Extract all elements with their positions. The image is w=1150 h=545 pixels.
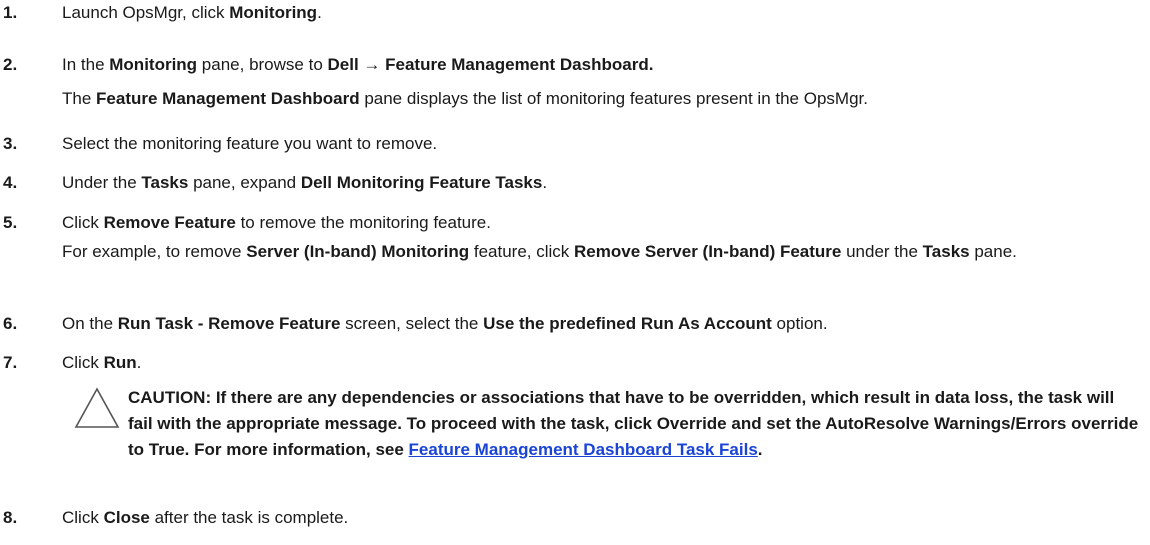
caution-text: CAUTION: If there are any dependencies o… xyxy=(128,385,1143,463)
bold-term: Dell xyxy=(327,55,359,74)
text-run: In the xyxy=(62,55,110,74)
feature-management-dashboard-task-fails-link[interactable]: Feature Management Dashboard Task Fails xyxy=(409,440,758,459)
bold-term: Use the predefined Run As Account xyxy=(483,314,772,333)
text-run: Launch OpsMgr, click xyxy=(62,3,230,22)
text-run: feature, click xyxy=(469,242,575,261)
step-text: Launch OpsMgr, click Monitoring. xyxy=(62,2,1132,24)
text-run: Select the monitoring feature you want t… xyxy=(62,134,438,153)
caution-trailing: . xyxy=(757,440,763,459)
bold-term: Close xyxy=(103,508,150,527)
step-number: 8. xyxy=(3,508,18,527)
text-run: pane, browse to xyxy=(197,55,328,74)
text-run: pane, expand xyxy=(188,173,301,192)
step-text: Select the monitoring feature you want t… xyxy=(62,133,1132,155)
step-2-note: The Feature Management Dashboard pane di… xyxy=(62,85,1132,112)
bold-term: Tasks xyxy=(922,242,970,261)
bold-term: Run Task - Remove Feature xyxy=(117,314,341,333)
text-run: . xyxy=(317,3,322,22)
bold-term: Monitoring xyxy=(109,55,198,74)
step-number: 4. xyxy=(3,173,18,192)
text-run: Click xyxy=(62,353,104,372)
text-run: The xyxy=(62,89,97,108)
text-run: under the xyxy=(841,242,923,261)
step-number: 7. xyxy=(3,353,18,372)
text-run: → xyxy=(358,55,386,74)
text-run: . xyxy=(136,353,142,372)
bold-term: Server (In-band) Monitoring xyxy=(246,242,470,261)
step-number: 1. xyxy=(3,3,18,22)
bold-term: Remove Feature xyxy=(103,213,236,232)
text-run: option. xyxy=(771,314,828,333)
step-text: On the Run Task - Remove Feature screen,… xyxy=(62,313,1132,335)
text-run: On the xyxy=(62,314,118,333)
caution-note: CAUTION: If there are any dependencies o… xyxy=(62,385,1142,487)
text-run: pane. xyxy=(969,242,1017,261)
text-run: screen, select the xyxy=(340,314,484,333)
step-text: In the Monitoring pane, browse to Dell →… xyxy=(62,54,1132,76)
step-number: 2. xyxy=(3,55,18,74)
bold-term: Monitoring xyxy=(229,3,318,22)
text-run: to remove the monitoring feature. xyxy=(235,213,491,232)
step-text: Click Run. xyxy=(62,352,1132,374)
bold-term: Feature Management Dashboard xyxy=(96,89,360,108)
step-number: 3. xyxy=(3,134,18,153)
bold-term: Remove Server (In-band) Feature xyxy=(574,242,842,261)
bold-term: Tasks xyxy=(141,173,189,192)
text-run: For example, to remove xyxy=(62,242,247,261)
step-number: 5. xyxy=(3,213,18,232)
bold-term: Run xyxy=(103,353,137,372)
text-run: pane displays the list of monitoring fea… xyxy=(359,89,868,108)
step-text: Click Remove Feature to remove the monit… xyxy=(62,212,1132,234)
text-run: Click xyxy=(62,213,104,232)
warning-triangle-icon xyxy=(74,387,120,429)
step-number: 6. xyxy=(3,314,18,333)
step-5-note: For example, to remove Server (In-band) … xyxy=(62,238,1132,265)
step-text: Under the Tasks pane, expand Dell Monito… xyxy=(62,172,1132,194)
text-run: Click xyxy=(62,508,104,527)
bold-term: Dell Monitoring Feature Tasks xyxy=(300,173,543,192)
bold-term: Feature Management Dashboard. xyxy=(385,55,654,74)
text-run: after the task is complete. xyxy=(149,508,349,527)
step-text: Click Close after the task is complete. xyxy=(62,507,1132,529)
text-run: . xyxy=(542,173,548,192)
text-run: Under the xyxy=(62,173,142,192)
